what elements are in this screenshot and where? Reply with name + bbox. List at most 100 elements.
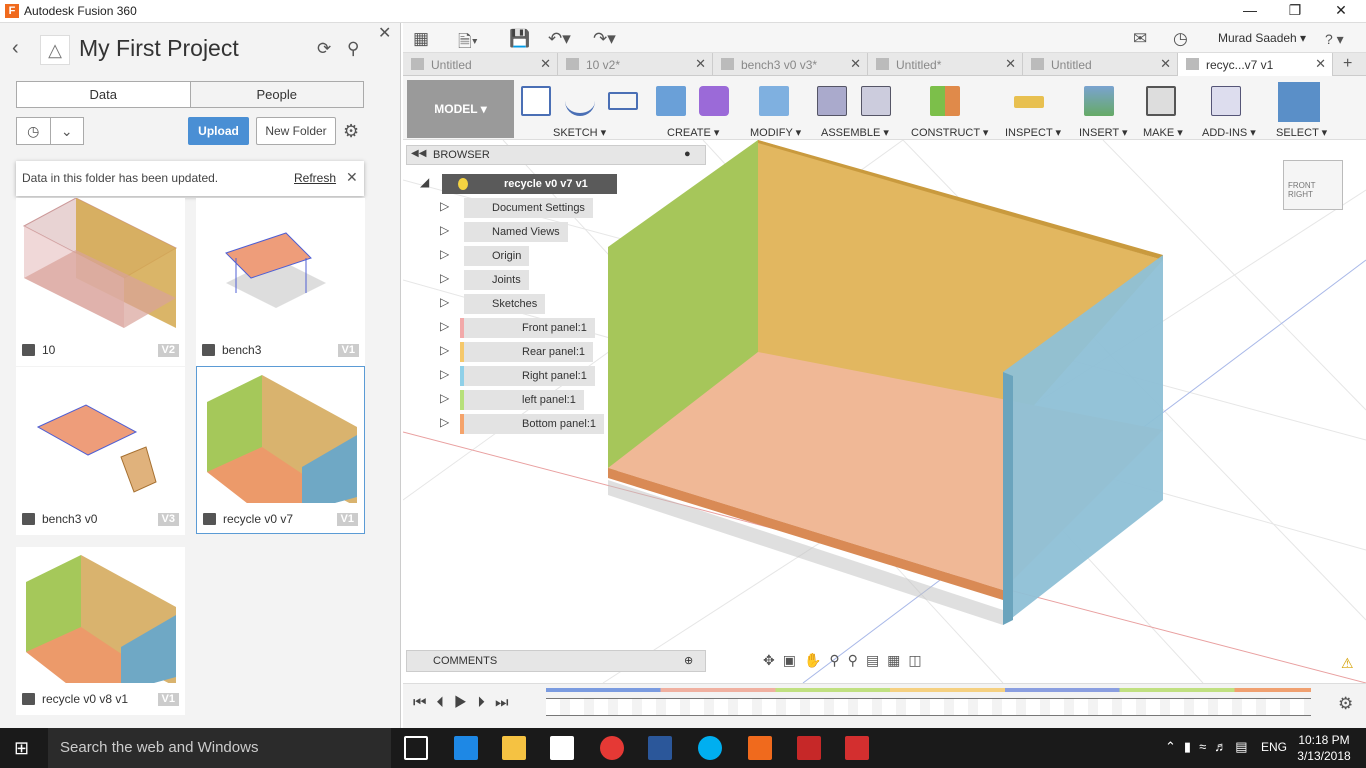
- list-item[interactable]: recycle v0 v8 v1 V1: [16, 547, 185, 715]
- browser-item-label[interactable]: Front panel:1: [464, 318, 595, 338]
- insert-image-icon[interactable]: [1084, 86, 1114, 116]
- close-tab-icon[interactable]: ✕: [695, 56, 706, 72]
- timeline-features[interactable]: [546, 698, 1311, 716]
- job-status-icon[interactable]: ◷: [1173, 29, 1188, 49]
- close-tab-icon[interactable]: ✕: [1315, 56, 1326, 72]
- inspect-menu[interactable]: INSPECT ▾: [1005, 126, 1061, 139]
- step-back-icon[interactable]: ⏴: [437, 694, 455, 711]
- gear-icon[interactable]: ⚙: [343, 117, 359, 145]
- expand-arrow-icon[interactable]: ▷: [440, 343, 449, 357]
- expand-arrow-icon[interactable]: ▷: [440, 319, 449, 333]
- notifications-icon[interactable]: ✉: [1133, 29, 1147, 49]
- redo-icon[interactable]: ↷▾: [593, 29, 616, 49]
- help-menu[interactable]: ? ▾: [1325, 31, 1344, 48]
- press-pull-icon[interactable]: [759, 86, 789, 116]
- new-tab-icon[interactable]: +: [1343, 55, 1352, 73]
- close-tab-icon[interactable]: ✕: [540, 56, 551, 72]
- browser-panel-header[interactable]: ◀◀ BROWSER ●: [406, 145, 706, 165]
- fit-icon[interactable]: ⚲: [848, 652, 866, 668]
- upload-button[interactable]: Upload: [188, 117, 249, 145]
- wifi-icon[interactable]: ≈: [1199, 739, 1214, 754]
- sketch-menu[interactable]: SKETCH ▾: [553, 126, 606, 139]
- taskbar-clock[interactable]: 10:18 PM 3/13/2018: [1294, 732, 1354, 764]
- select-menu[interactable]: SELECT ▾: [1276, 126, 1327, 139]
- browser-root[interactable]: ◢ recycle v0 v7 v1: [420, 174, 620, 194]
- joint-icon[interactable]: [861, 86, 891, 116]
- make-menu[interactable]: MAKE ▾: [1143, 126, 1183, 139]
- workspace-switcher[interactable]: MODEL ▾: [407, 80, 514, 138]
- collapse-icon[interactable]: ◀◀: [411, 148, 426, 159]
- close-tab-icon[interactable]: ✕: [850, 56, 861, 72]
- search-icon[interactable]: ⚲: [347, 39, 359, 59]
- browser-item[interactable]: ▷ Front panel:1: [420, 318, 620, 338]
- save-icon[interactable]: 💾: [509, 29, 530, 49]
- create-menu[interactable]: CREATE ▾: [667, 126, 719, 139]
- measure-icon[interactable]: [1014, 96, 1044, 108]
- browser-item[interactable]: ▷ Joints: [420, 270, 620, 290]
- back-arrow-icon[interactable]: ‹: [12, 37, 19, 60]
- action-center-icon[interactable]: ▤: [1235, 739, 1255, 754]
- browser-item[interactable]: ▷ Origin: [420, 246, 620, 266]
- minimize-panel-icon[interactable]: ●: [684, 148, 691, 160]
- user-menu[interactable]: Murad Saadeh ▾: [1218, 31, 1306, 45]
- zoom-icon[interactable]: ⚲: [829, 652, 847, 668]
- step-forward-icon[interactable]: ⏵: [477, 694, 495, 711]
- assemble-menu[interactable]: ASSEMBLE ▾: [821, 126, 889, 139]
- language-indicator[interactable]: ENG: [1261, 740, 1287, 754]
- history-dropdown[interactable]: ◷ ⌄: [16, 117, 84, 145]
- browser-item[interactable]: ▷ Document Settings: [420, 198, 620, 218]
- grid-settings-icon[interactable]: ▦: [887, 652, 908, 668]
- go-to-end-icon[interactable]: ⏭: [495, 694, 519, 711]
- modify-menu[interactable]: MODIFY ▾: [750, 126, 801, 139]
- close-tab-icon[interactable]: ✕: [1160, 56, 1171, 72]
- refresh-link[interactable]: Refresh: [294, 171, 336, 185]
- comments-panel[interactable]: COMMENTS ⊕: [406, 650, 706, 672]
- visibility-bulb-icon[interactable]: [458, 178, 468, 190]
- volume-icon[interactable]: ♬: [1214, 739, 1235, 754]
- tab-people[interactable]: People: [189, 82, 363, 107]
- browser-item-label[interactable]: Joints: [464, 270, 529, 290]
- expand-arrow-icon[interactable]: ▷: [440, 295, 449, 309]
- tab-document-active[interactable]: recyc...v7 v1 ✕: [1178, 53, 1333, 76]
- kaspersky-icon[interactable]: [845, 736, 869, 760]
- browser-item-label[interactable]: left panel:1: [464, 390, 584, 410]
- close-tab-icon[interactable]: ✕: [1005, 56, 1016, 72]
- edge-icon[interactable]: [454, 736, 478, 760]
- root-component-label[interactable]: recycle v0 v7 v1: [442, 174, 617, 194]
- browser-item-label[interactable]: Right panel:1: [464, 366, 595, 386]
- battery-icon[interactable]: ▮: [1184, 739, 1199, 754]
- list-item[interactable]: bench3 V1: [196, 198, 365, 366]
- browser-item[interactable]: ▷ Bottom panel:1: [420, 414, 620, 434]
- collapse-arrow-icon[interactable]: ◢: [420, 175, 429, 189]
- new-folder-button[interactable]: New Folder: [256, 117, 336, 145]
- browser-item[interactable]: ▷ left panel:1: [420, 390, 620, 410]
- viewports-icon[interactable]: ◫: [908, 652, 929, 668]
- close-icon[interactable]: ✕: [346, 169, 358, 186]
- construct-menu[interactable]: CONSTRUCT ▾: [911, 126, 988, 139]
- expand-arrow-icon[interactable]: ▷: [440, 271, 449, 285]
- add-comment-icon[interactable]: ⊕: [684, 654, 693, 667]
- word-icon[interactable]: [648, 736, 672, 760]
- timeline-settings-gear-icon[interactable]: ⚙: [1338, 694, 1353, 714]
- new-component-icon[interactable]: [817, 86, 847, 116]
- file-explorer-icon[interactable]: [502, 736, 526, 760]
- tab-document[interactable]: Untitled ✕: [403, 53, 558, 76]
- browser-item-label[interactable]: Origin: [464, 246, 530, 266]
- create-sketch-icon[interactable]: [521, 86, 551, 116]
- windows-start-icon[interactable]: ⊞: [14, 738, 29, 759]
- warning-icon[interactable]: ⚠: [1341, 655, 1354, 672]
- maximize-button[interactable]: ❐: [1285, 2, 1305, 20]
- store-icon[interactable]: [550, 736, 574, 760]
- browser-item-label[interactable]: Bottom panel:1: [464, 414, 604, 434]
- form-icon[interactable]: [699, 86, 729, 116]
- browser-item-label[interactable]: Named Views: [464, 222, 568, 242]
- display-settings-icon[interactable]: ▤: [866, 652, 887, 668]
- chrome-icon[interactable]: [600, 736, 624, 760]
- arc-icon[interactable]: [565, 86, 595, 116]
- orbit-icon[interactable]: ✥: [763, 652, 783, 668]
- 3d-print-icon[interactable]: [1146, 86, 1176, 116]
- expand-arrow-icon[interactable]: ▷: [440, 391, 449, 405]
- pan-icon[interactable]: ✋: [804, 652, 829, 668]
- tab-data[interactable]: Data: [17, 82, 190, 107]
- rectangle-icon[interactable]: [608, 92, 638, 110]
